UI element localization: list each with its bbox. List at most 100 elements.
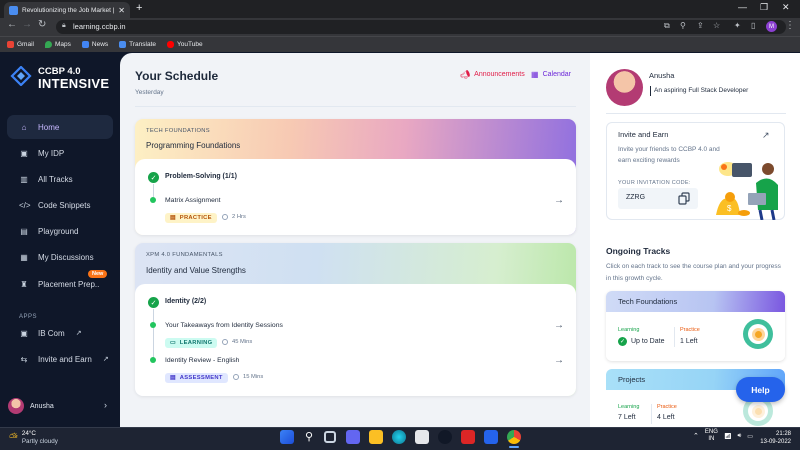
- invitation-code-label: YOUR INVITATION CODE:: [618, 180, 691, 186]
- arrow-right-icon[interactable]: →: [554, 355, 564, 366]
- translate-icon: [119, 41, 127, 48]
- youtube-icon: [167, 41, 175, 48]
- zoom-icon[interactable]: ⚲: [680, 21, 686, 30]
- share-icon[interactable]: ⇪: [697, 21, 704, 30]
- task-view-icon[interactable]: [324, 431, 336, 443]
- calendar-link[interactable]: ▦ Calendar: [531, 70, 571, 79]
- external-link-icon[interactable]: ↗: [762, 130, 770, 141]
- chevron-right-icon[interactable]: ›: [104, 400, 107, 410]
- clock[interactable]: 21:28 13-09-2022: [756, 430, 791, 446]
- invite-illustration-icon: $: [716, 162, 778, 220]
- browser-tab[interactable]: Revolutionizing the Job Market | ✕: [4, 2, 130, 18]
- section-title: Problem-Solving (1/1): [165, 173, 237, 180]
- arrow-right-icon[interactable]: →: [554, 320, 564, 331]
- battery-icon[interactable]: ▭: [747, 433, 753, 440]
- minimize-icon[interactable]: —: [738, 2, 747, 12]
- new-tab-icon[interactable]: +: [136, 2, 142, 14]
- arrow-right-icon[interactable]: →: [554, 195, 564, 206]
- chevron-up-icon[interactable]: ⌃: [693, 432, 699, 440]
- extensions-icon[interactable]: ✦: [734, 21, 741, 30]
- profile-avatar[interactable]: [606, 69, 643, 106]
- divider: [674, 327, 675, 347]
- profile-role: An aspiring Full Stack Developer: [654, 87, 749, 94]
- forward-icon[interactable]: →: [22, 19, 32, 30]
- install-app-icon[interactable]: ⧉: [664, 21, 670, 31]
- store-icon[interactable]: [415, 430, 429, 444]
- close-window-icon[interactable]: ✕: [782, 2, 790, 13]
- section-title: Identity (2/2): [165, 298, 207, 305]
- sidebar-item-home[interactable]: ⌂ Home: [7, 115, 113, 139]
- sidebar-app-invite-earn[interactable]: ⇆ Invite and Earn ↗: [7, 347, 113, 371]
- side-panel-icon[interactable]: ▯: [751, 21, 755, 30]
- file-explorer-icon[interactable]: [369, 430, 383, 444]
- search-icon[interactable]: ⚲: [302, 430, 316, 444]
- system-tray[interactable]: ⌃ ENG IN 📶︎ 🔊︎ ▭: [693, 429, 753, 443]
- back-icon[interactable]: ←: [7, 19, 17, 30]
- tracks-icon: ▥: [20, 174, 28, 184]
- invitation-code: ZZRG: [626, 194, 646, 201]
- chrome-icon[interactable]: [507, 430, 521, 444]
- bookmark-news[interactable]: News: [81, 41, 108, 48]
- block-category: TECH FOUNDATIONS: [146, 128, 210, 134]
- dell-icon[interactable]: [438, 430, 452, 444]
- track-body: Learning ✓ Up to Date Practice 1 Left: [606, 312, 785, 360]
- edge-icon[interactable]: [392, 430, 406, 444]
- timeline-dot: [150, 197, 156, 203]
- wifi-icon[interactable]: 📶︎: [724, 433, 732, 440]
- ccbp-logo-icon: [10, 66, 32, 86]
- divider: [606, 113, 786, 114]
- profile-avatar[interactable]: M: [766, 21, 777, 32]
- check-icon: ✓: [148, 172, 159, 183]
- browser-menu-icon[interactable]: ⋮: [785, 20, 795, 31]
- timeline-line: [153, 309, 154, 360]
- invite-icon: ⇆: [20, 354, 28, 364]
- app-icon[interactable]: [484, 430, 498, 444]
- sidebar-item-my-idp[interactable]: ▣ My IDP: [7, 141, 113, 165]
- item-duration: 2 Hrs: [222, 214, 246, 220]
- practice-tag: ▤ PRACTICE: [165, 213, 217, 223]
- schedule-item-title[interactable]: Matrix Assignment: [165, 197, 221, 204]
- practice-status: 1 Left: [680, 338, 698, 345]
- reload-icon[interactable]: ↻: [38, 19, 46, 30]
- svg-text:$: $: [727, 204, 732, 213]
- announcements-link[interactable]: 📣︎ Announcements: [460, 70, 525, 79]
- discussions-icon: ▦: [20, 252, 28, 262]
- apps-heading: APPS: [19, 314, 38, 320]
- lock-icon: 🔒︎: [62, 22, 66, 29]
- idp-icon: ▣: [20, 148, 28, 158]
- sidebar-user[interactable]: Anusha: [8, 398, 54, 414]
- teams-chat-icon[interactable]: [346, 430, 360, 444]
- weather-widget[interactable]: ⛅︎ 24°C Partly cloudy: [9, 430, 58, 446]
- bookmark-translate[interactable]: Translate: [119, 41, 156, 48]
- block-title: Programming Foundations: [146, 141, 241, 150]
- bookmark-gmail[interactable]: Gmail: [7, 41, 34, 48]
- sidebar-item-all-tracks[interactable]: ▥ All Tracks: [7, 167, 113, 191]
- volume-icon[interactable]: 🔊︎: [738, 433, 742, 440]
- sidebar-item-my-discussions[interactable]: ▦ My Discussions: [7, 245, 113, 269]
- copy-icon[interactable]: [678, 192, 690, 205]
- close-tab-icon[interactable]: ✕: [118, 6, 125, 15]
- bookmark-maps[interactable]: Maps: [44, 41, 71, 48]
- divider: [135, 106, 576, 107]
- sidebar-item-code-snippets[interactable]: </> Code Snippets: [7, 193, 113, 217]
- sidebar-item-playground[interactable]: ▤ Playground: [7, 219, 113, 243]
- learning-tag: ▭ LEARNING: [165, 338, 218, 348]
- bookmark-star-icon[interactable]: ☆: [713, 21, 720, 30]
- schedule-item-title[interactable]: Your Takeaways from Identity Sessions: [165, 322, 283, 329]
- item-duration: 45 Mins: [222, 339, 252, 345]
- track-card-tech-foundations[interactable]: Tech Foundations Learning ✓ Up to Date P…: [606, 291, 785, 361]
- timeline-dot: [150, 357, 156, 363]
- mcafee-icon[interactable]: [461, 430, 475, 444]
- active-indicator: [509, 446, 519, 448]
- sidebar-app-ib-com[interactable]: ▣ IB Com ↗: [7, 321, 113, 345]
- bookmark-youtube[interactable]: YouTube: [167, 41, 203, 48]
- address-bar[interactable]: 🔒︎ learning.ccbp.in: [56, 20, 786, 34]
- start-icon[interactable]: [280, 430, 294, 444]
- check-icon: ✓: [618, 337, 627, 346]
- restore-icon[interactable]: ❐: [760, 2, 768, 13]
- help-button[interactable]: Help: [736, 377, 785, 402]
- schedule-item-title[interactable]: Identity Review - English: [165, 357, 239, 364]
- timeline-dot: [150, 322, 156, 328]
- page-title: Your Schedule: [135, 69, 219, 83]
- clock-icon: [233, 374, 239, 380]
